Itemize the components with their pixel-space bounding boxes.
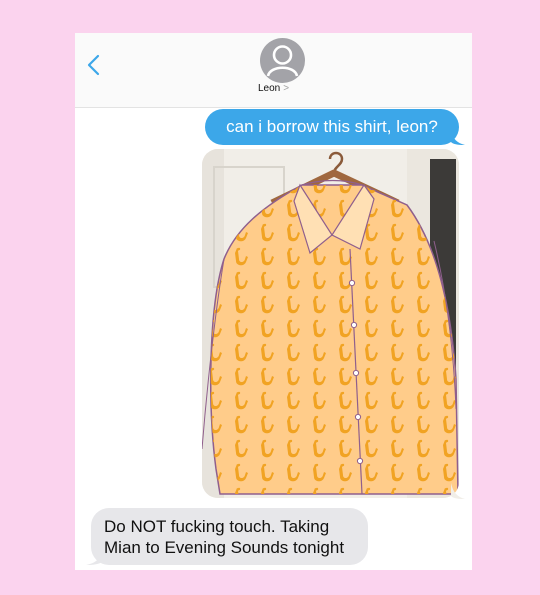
- back-chevron-icon[interactable]: [83, 53, 105, 77]
- contact-chevron-icon: >: [283, 83, 290, 94]
- outgoing-message[interactable]: can i borrow this shirt, leon?: [205, 109, 459, 145]
- person-silhouette-icon: [266, 45, 299, 77]
- incoming-message[interactable]: Do NOT fucking touch. Taking Mian to Eve…: [91, 508, 368, 565]
- contact-name: Leon: [257, 83, 281, 94]
- incoming-bubble-tail: [86, 551, 102, 565]
- contact-name-button[interactable]: Leon >: [75, 83, 472, 99]
- saxophone-shirt-image: [202, 149, 459, 498]
- conversation-header: Leon >: [75, 33, 472, 108]
- contact-avatar[interactable]: [260, 38, 305, 83]
- photo-bubble-tail: [451, 483, 465, 499]
- messages-screen: Leon > can i borrow this shirt, leon? Do…: [75, 33, 472, 570]
- outgoing-bubble-tail: [451, 131, 465, 145]
- shirt-photo-attachment[interactable]: [202, 149, 459, 498]
